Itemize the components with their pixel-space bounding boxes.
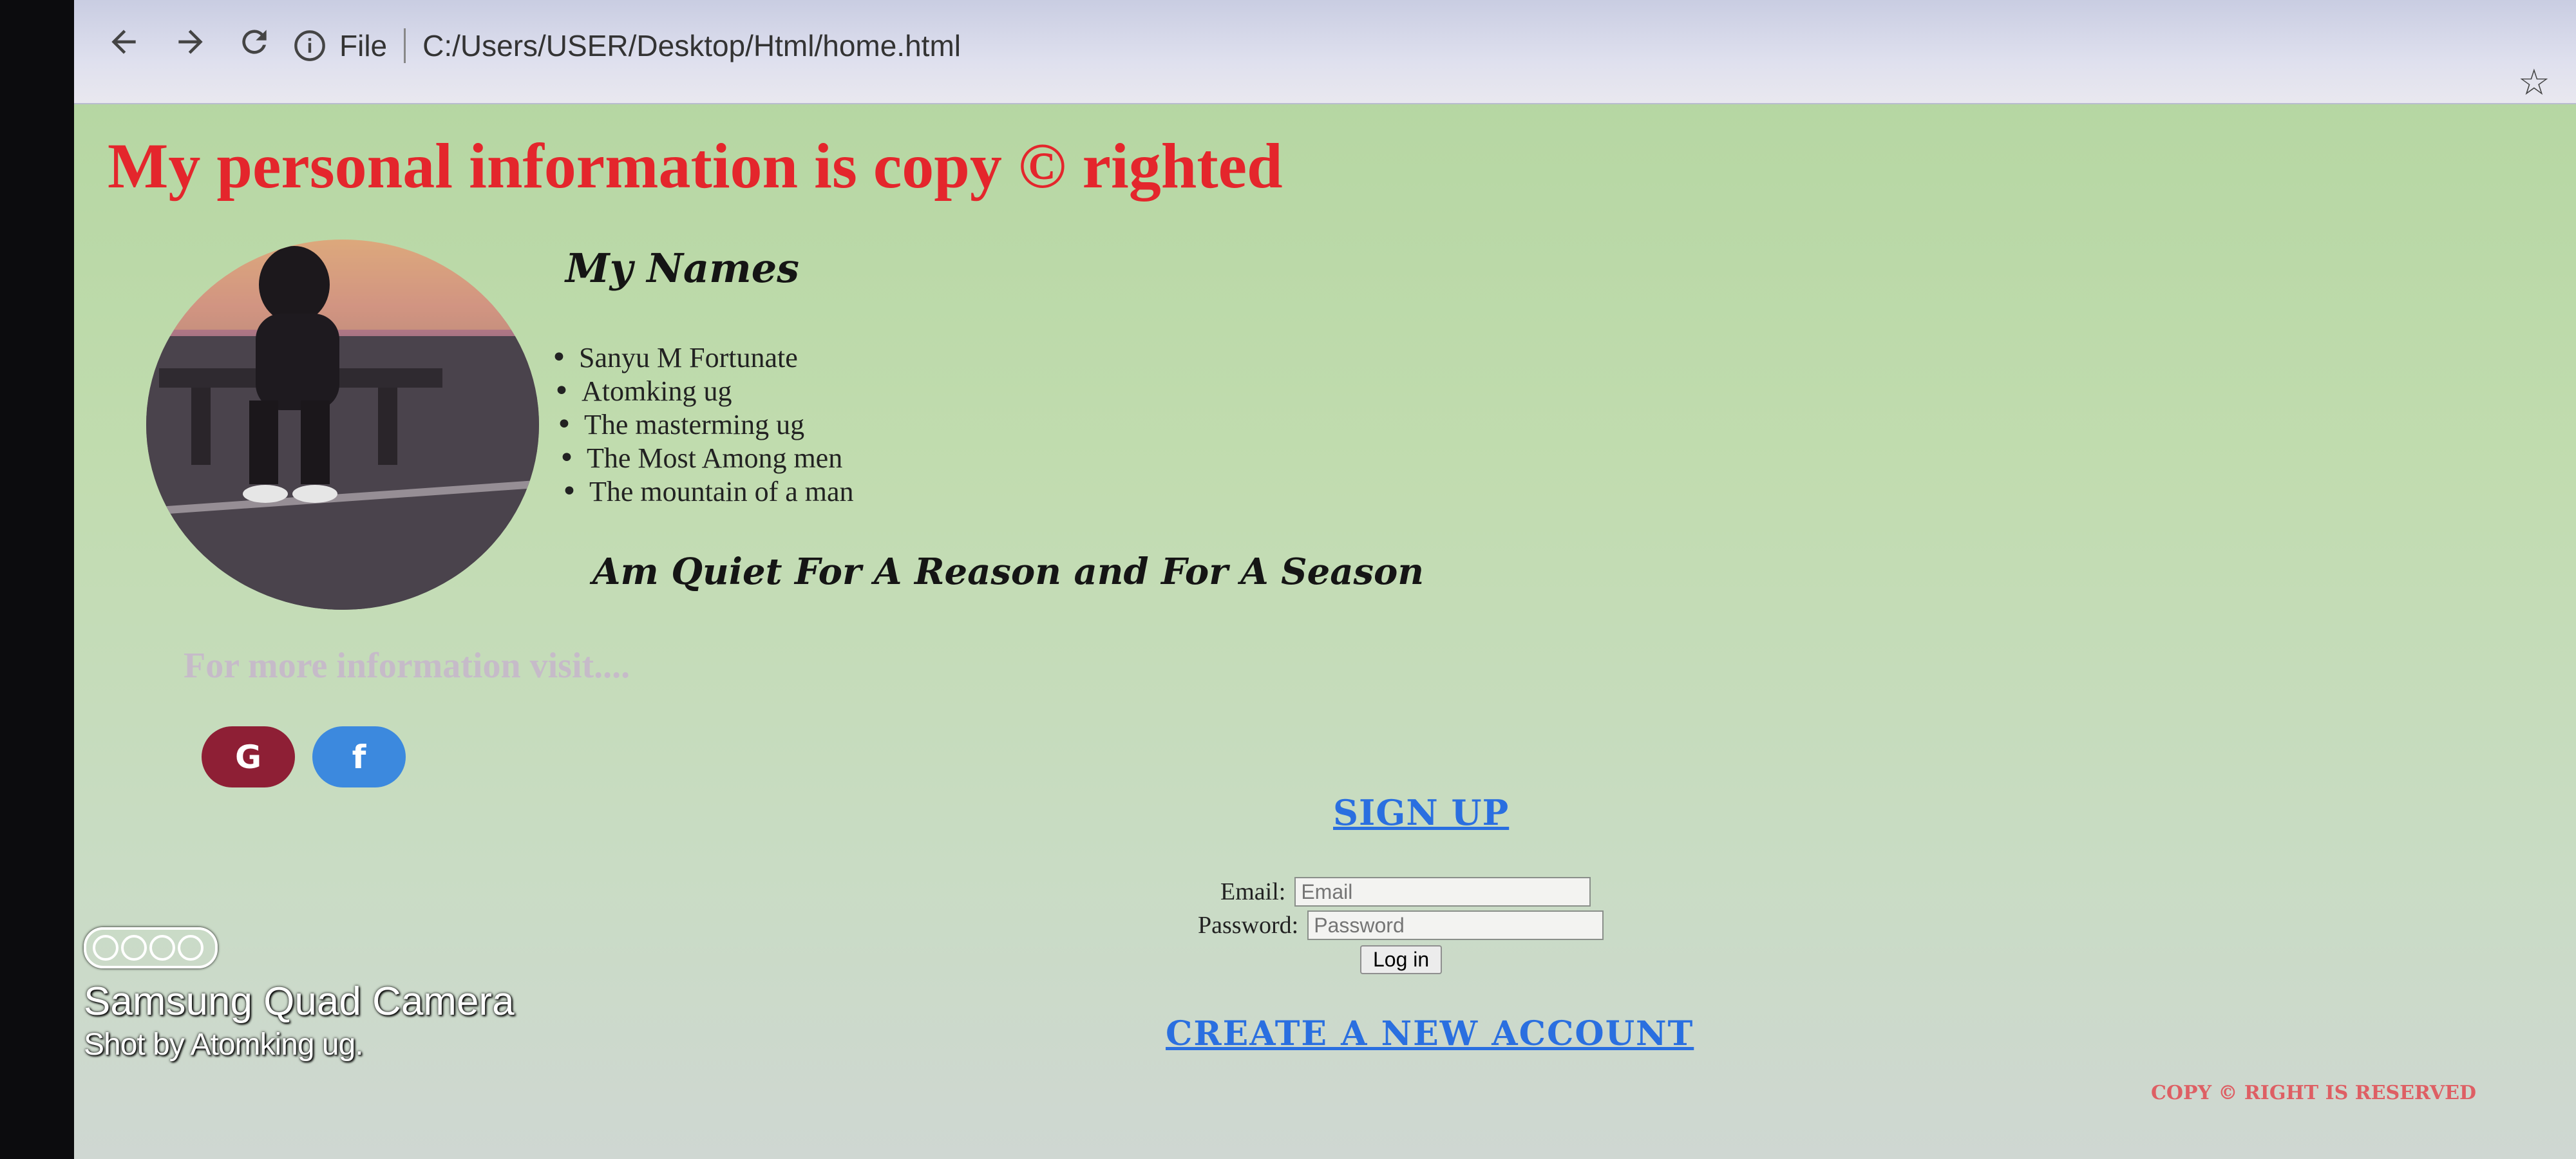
back-button[interactable] xyxy=(101,19,146,64)
google-icon: G xyxy=(234,738,262,776)
browser-toolbar: File C:/Users/USER/Desktop/Html/home.htm… xyxy=(74,0,2576,104)
email-field[interactable] xyxy=(1294,877,1591,907)
password-label: Password: xyxy=(1198,912,1299,939)
list-item: Atomking ug xyxy=(553,375,854,408)
info-icon[interactable] xyxy=(293,29,327,62)
create-account-link[interactable]: CREATE A NEW ACCOUNT xyxy=(1166,1014,1694,1053)
reload-button[interactable] xyxy=(232,19,277,64)
names-list: Sanyu M Fortunate Atomking ug The master… xyxy=(551,341,854,509)
quiet-heading: Am Quiet For A Reason and For A Season xyxy=(592,551,1425,593)
watermark-shot-by-text: Shot by Atomking ug. xyxy=(84,1028,364,1062)
forward-arrow-icon xyxy=(178,30,203,54)
password-row: Password: xyxy=(1198,910,1604,940)
list-item: The Most Among men xyxy=(558,442,854,475)
names-heading: My Names xyxy=(565,245,800,292)
address-bar[interactable]: File C:/Users/USER/Desktop/Html/home.htm… xyxy=(293,14,2354,77)
email-row: Email: xyxy=(1220,877,1591,907)
more-info-text: For more information visit.... xyxy=(184,646,630,686)
sign-up-link[interactable]: SIGN UP xyxy=(1333,792,1509,833)
profile-photo xyxy=(146,240,539,610)
list-item: The mountain of a man xyxy=(561,475,854,509)
email-label: Email: xyxy=(1220,878,1286,905)
watermark-camera-text: Samsung Quad Camera xyxy=(84,979,515,1024)
seated-person-image xyxy=(146,240,539,610)
copyright-footer: COPY © RIGHT IS RESERVED xyxy=(2151,1082,2477,1104)
scheme-label: File xyxy=(339,29,388,62)
facebook-button[interactable]: f xyxy=(312,726,406,787)
list-item: The masterming ug xyxy=(556,408,854,442)
back-arrow-icon xyxy=(111,30,136,54)
facebook-icon: f xyxy=(352,738,366,776)
forward-button[interactable] xyxy=(168,19,213,64)
quad-camera-icon xyxy=(84,927,218,968)
page-title: My personal information is copy © righte… xyxy=(108,130,1283,202)
reload-icon xyxy=(242,30,267,54)
address-divider xyxy=(404,28,406,63)
camera-watermark: Samsung Quad Camera Shot by Atomking ug. xyxy=(84,927,663,1062)
google-button[interactable]: G xyxy=(202,726,295,787)
list-item: Sanyu M Fortunate xyxy=(551,341,854,375)
url-text[interactable]: C:/Users/USER/Desktop/Html/home.html xyxy=(422,28,961,63)
login-button[interactable]: Log in xyxy=(1360,945,1443,974)
bookmark-star-icon[interactable]: ☆ xyxy=(2518,62,2550,104)
password-field[interactable] xyxy=(1307,910,1604,940)
